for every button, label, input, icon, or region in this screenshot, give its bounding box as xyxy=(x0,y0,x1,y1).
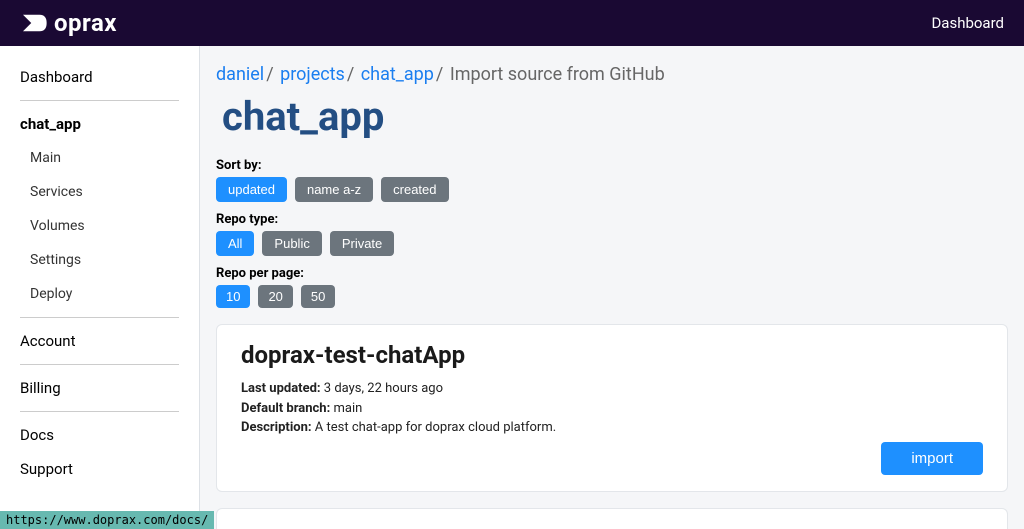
repo-type-all[interactable]: All xyxy=(216,231,254,256)
per-page-20[interactable]: 20 xyxy=(258,285,292,308)
filter-per-page: Repo per page: 10 20 50 xyxy=(216,266,1008,308)
breadcrumb-project[interactable]: chat_app xyxy=(361,64,434,85)
breadcrumb: daniel/ projects/ chat_app/ Import sourc… xyxy=(216,64,1008,85)
per-page-label: Repo per page: xyxy=(216,266,1008,281)
sidebar-docs[interactable]: Docs xyxy=(20,418,199,452)
sort-updated[interactable]: updated xyxy=(216,177,287,202)
repo-card: django-docker Last updated: 1 month, 1 w… xyxy=(216,508,1008,529)
per-page-50[interactable]: 50 xyxy=(301,285,335,308)
repo-card: doprax-test-chatApp Last updated: 3 days… xyxy=(216,324,1008,492)
sort-name[interactable]: name a-z xyxy=(295,177,373,202)
breadcrumb-projects[interactable]: projects xyxy=(280,64,345,85)
import-button[interactable]: import xyxy=(881,442,983,475)
repo-desc: A test chat-app for doprax cloud platfor… xyxy=(312,420,557,435)
breadcrumb-current: Import source from GitHub xyxy=(450,64,665,85)
topbar: oprax Dashboard xyxy=(0,0,1024,46)
logo[interactable]: oprax xyxy=(20,9,117,37)
repo-type-public[interactable]: Public xyxy=(262,231,321,256)
status-url: https://www.doprax.com/docs/ xyxy=(0,511,214,529)
page-title: chat_app xyxy=(222,93,1008,140)
sidebar-dashboard[interactable]: Dashboard xyxy=(20,60,199,94)
sidebar-project[interactable]: chat_app xyxy=(20,107,199,141)
filter-sort: Sort by: updated name a-z created xyxy=(216,158,1008,202)
sidebar-support[interactable]: Support xyxy=(20,452,199,486)
per-page-10[interactable]: 10 xyxy=(216,285,250,308)
repo-title: django-docker xyxy=(241,525,983,529)
sidebar-sub-deploy[interactable]: Deploy xyxy=(30,277,199,311)
repo-branch: main xyxy=(330,401,362,416)
logo-icon xyxy=(20,12,48,34)
repo-last-updated: 3 days, 22 hours ago xyxy=(321,381,443,396)
breadcrumb-user[interactable]: daniel xyxy=(216,64,264,85)
sort-created[interactable]: created xyxy=(381,177,448,202)
sidebar: Dashboard chat_app Main Services Volumes… xyxy=(0,46,200,529)
sidebar-sub-services[interactable]: Services xyxy=(30,175,199,209)
repo-branch-label: Default branch: xyxy=(241,401,330,416)
sidebar-sub-volumes[interactable]: Volumes xyxy=(30,209,199,243)
repo-type-label: Repo type: xyxy=(216,212,1008,227)
repo-title: doprax-test-chatApp xyxy=(241,341,983,369)
sidebar-account[interactable]: Account xyxy=(20,324,199,358)
sort-label: Sort by: xyxy=(216,158,1008,173)
brand-text: oprax xyxy=(54,9,117,37)
main-content: daniel/ projects/ chat_app/ Import sourc… xyxy=(200,46,1024,529)
sidebar-sub-main[interactable]: Main xyxy=(30,141,199,175)
filter-repo-type: Repo type: All Public Private xyxy=(216,212,1008,256)
repo-desc-label: Description: xyxy=(241,420,312,435)
sidebar-billing[interactable]: Billing xyxy=(20,371,199,405)
repo-last-updated-label: Last updated: xyxy=(241,381,321,396)
topbar-dashboard-link[interactable]: Dashboard xyxy=(931,14,1004,32)
repo-type-private[interactable]: Private xyxy=(330,231,394,256)
sidebar-sub-settings[interactable]: Settings xyxy=(30,243,199,277)
